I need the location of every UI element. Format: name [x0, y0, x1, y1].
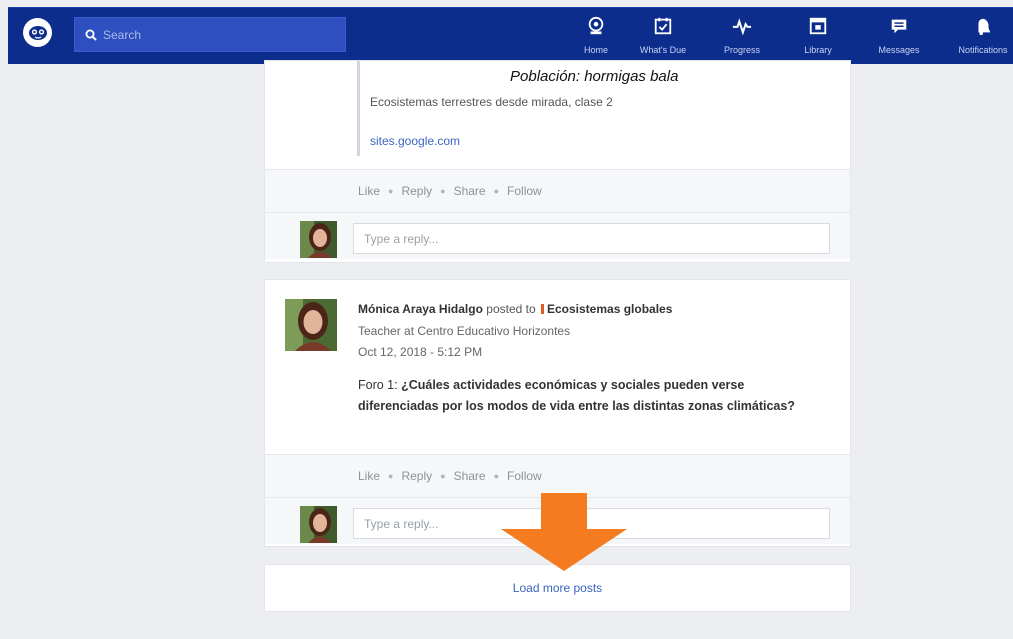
nav-notifications-label: Notifications	[958, 45, 1008, 55]
like-link[interactable]: Like	[358, 184, 380, 198]
app-logo-icon[interactable]	[23, 18, 52, 47]
share-link[interactable]: Share	[454, 469, 486, 483]
reply-link[interactable]: Reply	[401, 469, 432, 483]
message-icon	[888, 15, 910, 37]
separator-dot: ●	[493, 186, 500, 196]
nav-library-label: Library	[804, 45, 832, 55]
posted-to-text: posted to	[486, 302, 536, 316]
nav-messages-label: Messages	[878, 45, 920, 55]
top-navigation-bar: Home What's Due Progress Library Message…	[8, 7, 1013, 64]
post-header: Mónica Araya Hidalgo posted to Ecosistem…	[358, 302, 672, 316]
search-icon	[85, 29, 97, 41]
post-body-prefix: Foro 1:	[358, 378, 402, 392]
pulse-icon	[731, 15, 753, 37]
search-input[interactable]	[103, 27, 333, 42]
post-card: Población: hormigas bala Ecosistemas ter…	[264, 60, 851, 263]
separator-dot: ●	[493, 471, 500, 481]
separator-dot: ●	[388, 186, 394, 196]
group-name[interactable]: Ecosistemas globales	[547, 302, 672, 316]
search-bar[interactable]	[74, 17, 346, 52]
nav-progress-label: Progress	[723, 45, 760, 55]
nav-home-label: Home	[583, 45, 608, 55]
calendar-check-icon	[652, 15, 674, 37]
load-more-button[interactable]: Load more posts	[513, 581, 602, 595]
link-preview[interactable]: Población: hormigas bala Ecosistemas ter…	[357, 61, 827, 156]
share-link[interactable]: Share	[454, 184, 486, 198]
separator-dot: ●	[388, 471, 394, 481]
nav-home[interactable]: Home	[561, 8, 631, 65]
post-body-question: ¿Cuáles actividades económicas y sociale…	[358, 378, 795, 413]
post-timestamp[interactable]: Oct 12, 2018 - 5:12 PM	[358, 345, 482, 359]
follow-link[interactable]: Follow	[507, 469, 542, 483]
group-color-marker	[540, 304, 544, 314]
post-body: Foro 1: ¿Cuáles actividades económicas y…	[358, 375, 798, 417]
nav-whats-due-label: What's Due	[639, 45, 687, 55]
nav-messages[interactable]: Messages	[864, 8, 934, 65]
link-preview-description: Ecosistemas terrestres desde mirada, cla…	[370, 95, 613, 109]
nav-library[interactable]: Library	[783, 8, 853, 65]
nav-progress[interactable]: Progress	[707, 8, 777, 65]
link-preview-url[interactable]: sites.google.com	[370, 134, 460, 148]
home-icon	[585, 15, 607, 37]
separator-dot: ●	[440, 471, 446, 481]
link-preview-title: Población: hormigas bala	[510, 68, 679, 85]
load-more-card[interactable]: Load more posts	[264, 564, 851, 612]
down-arrow-icon	[501, 493, 627, 571]
reply-row	[265, 213, 850, 259]
reply-link[interactable]: Reply	[401, 184, 432, 198]
author-role: Teacher at Centro Educativo Horizontes	[358, 324, 571, 338]
reply-input[interactable]	[353, 223, 830, 254]
author-name[interactable]: Mónica Araya Hidalgo	[358, 302, 483, 316]
author-avatar[interactable]	[285, 299, 337, 351]
nav-notifications[interactable]: Notifications	[948, 8, 1013, 65]
post-actions: Like ● Reply ● Share ● Follow	[265, 454, 850, 498]
avatar	[300, 506, 337, 543]
separator-dot: ●	[440, 186, 446, 196]
like-link[interactable]: Like	[358, 469, 380, 483]
avatar	[300, 221, 337, 258]
follow-link[interactable]: Follow	[507, 184, 542, 198]
bell-icon	[972, 15, 994, 37]
nav-whats-due[interactable]: What's Due	[628, 8, 698, 65]
post-actions: Like ● Reply ● Share ● Follow	[265, 169, 850, 213]
library-icon	[807, 15, 829, 37]
